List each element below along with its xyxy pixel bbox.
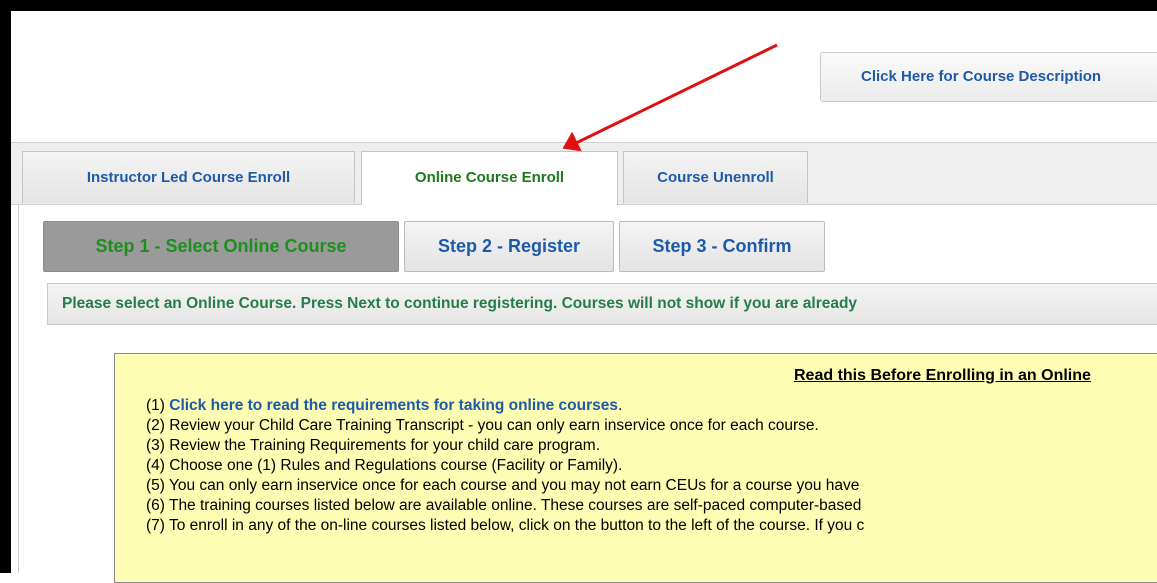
notice-list: (1) Click here to read the requirements … [146, 396, 1157, 536]
notice-heading: Read this Before Enrolling in an Online [794, 367, 1091, 384]
window-frame-left [0, 0, 11, 573]
tab-course-unenroll[interactable]: Course Unenroll [623, 151, 808, 203]
tab-instructor-led-enroll[interactable]: Instructor Led Course Enroll [22, 151, 355, 203]
window-frame-top [0, 0, 1157, 11]
list-item: (6) The training courses listed below ar… [146, 497, 862, 514]
online-requirements-link[interactable]: Click here to read the requirements for … [169, 397, 618, 414]
list-item: (2) Review your Child Care Training Tran… [146, 417, 819, 434]
tab-online-course-enroll[interactable]: Online Course Enroll [361, 151, 618, 206]
step-3-confirm[interactable]: Step 3 - Confirm [619, 221, 825, 272]
course-description-button[interactable]: Click Here for Course Description [820, 52, 1157, 102]
list-item: (7) To enroll in any of the on-line cour… [146, 517, 865, 534]
instruction-bar: Please select an Online Course. Press Ne… [47, 283, 1157, 325]
list-item: (5) You can only earn inservice once for… [146, 477, 860, 494]
list-item: (4) Choose one (1) Rules and Regulations… [146, 457, 623, 474]
step-1-select-online-course[interactable]: Step 1 - Select Online Course [43, 221, 399, 272]
list-item: (3) Review the Training Requirements for… [146, 437, 600, 454]
list-item: (1) Click here to read the requirements … [146, 397, 623, 414]
step-2-register[interactable]: Step 2 - Register [404, 221, 614, 272]
